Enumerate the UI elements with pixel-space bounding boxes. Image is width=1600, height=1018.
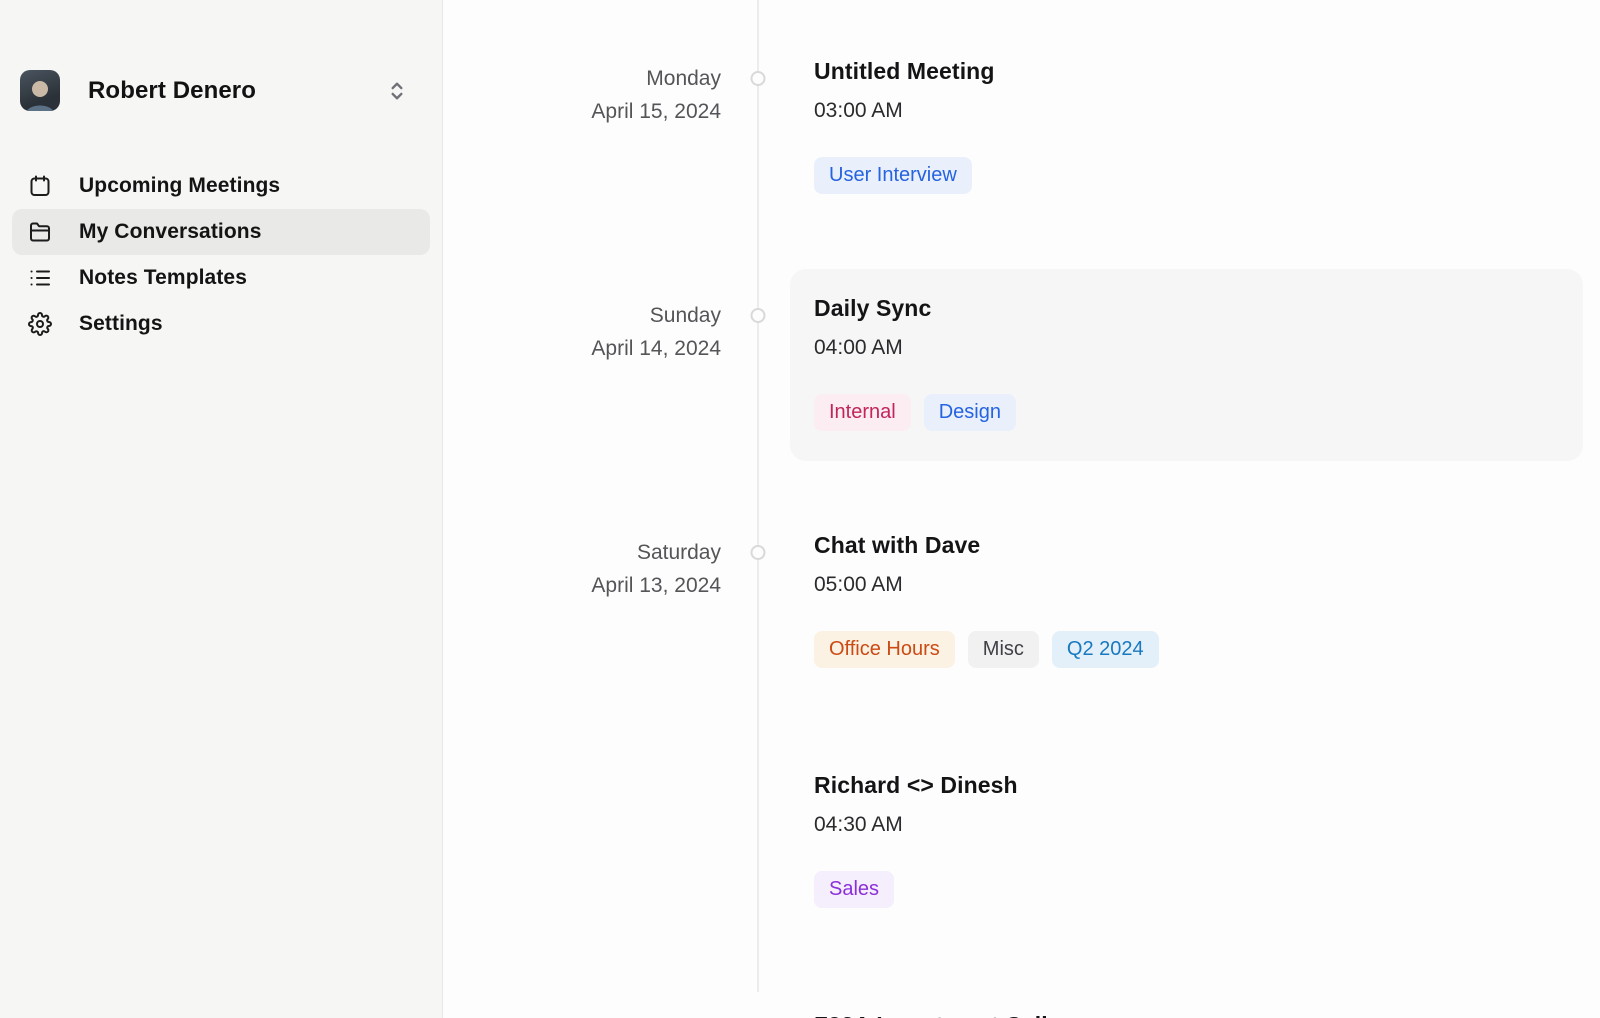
meeting-tag[interactable]: Design [924,394,1016,431]
meeting-title: Chat with Dave [814,528,1559,562]
timeline-date-label: MondayApril 15, 2024 [443,32,757,224]
meeting-tag[interactable]: Internal [814,394,911,431]
meeting-title: Z32A Investment Call [814,1008,1559,1018]
meeting-card[interactable]: Z32A Investment Call [790,986,1583,1018]
meeting-tags: User Interview [814,157,1559,194]
sidebar-nav: Upcoming Meetings My Conversations [12,163,430,347]
timeline-groups: MondayApril 15, 2024 Untitled Meeting 03:0… [443,32,1600,1018]
sidebar: Robert Denero Upcoming Meetings [0,0,443,1018]
app-root: Robert Denero Upcoming Meetings [0,0,1600,1018]
timeline-dot [751,545,766,560]
sidebar-item-settings[interactable]: Settings [12,301,430,347]
sidebar-item-my-conversations[interactable]: My Conversations [12,209,430,255]
timeline-date: April 14, 2024 [443,332,721,365]
folder-icon [28,220,52,244]
meeting-time: 03:00 AM [814,97,1559,125]
meeting-tags: Office Hours Misc Q2 2024 [814,631,1559,668]
meeting-tag[interactable]: Sales [814,871,894,908]
conversations-timeline: MondayApril 15, 2024 Untitled Meeting 03:0… [443,0,1600,1018]
meeting-tag[interactable]: Q2 2024 [1052,631,1159,668]
sidebar-item-label: My Conversations [79,220,261,244]
timeline-day: Sunday [443,299,721,332]
meeting-title: Untitled Meeting [814,54,1559,88]
meeting-tag[interactable]: User Interview [814,157,972,194]
sidebar-item-label: Upcoming Meetings [79,174,280,198]
timeline-day: Monday [443,62,721,95]
user-name: Robert Denero [88,77,256,105]
timeline-date-label: SaturdayApril 13, 2024 [443,506,757,1018]
meeting-title: Daily Sync [814,291,1559,325]
avatar [20,70,60,111]
avatar-person-icon [20,74,60,111]
meeting-title: Richard <> Dinesh [814,768,1559,802]
chevron-updown-icon [384,78,410,104]
timeline-group: SundayApril 14, 2024 Daily Sync 04:00 AM In… [443,269,1600,461]
timeline-group: MondayApril 15, 2024 Untitled Meeting 03:0… [443,32,1600,224]
timeline-day: Saturday [443,536,721,569]
meeting-list: Daily Sync 04:00 AM Internal Design [790,269,1583,461]
timeline-date-label: SundayApril 14, 2024 [443,269,757,461]
user-menu[interactable]: Robert Denero [12,70,430,111]
meeting-card[interactable]: Chat with Dave 05:00 AM Office Hours Misc Q2… [790,506,1583,698]
meeting-time: 05:00 AM [814,571,1559,599]
gear-icon [28,312,52,336]
timeline-dot [751,71,766,86]
meeting-card[interactable]: Untitled Meeting 03:00 AM User Interview [790,32,1583,224]
meeting-tags: Sales [814,871,1559,908]
meeting-tag[interactable]: Office Hours [814,631,955,668]
meeting-time: 04:00 AM [814,334,1559,362]
meeting-tags: Internal Design [814,394,1559,431]
timeline-date: April 15, 2024 [443,95,721,128]
meeting-card[interactable]: Richard <> Dinesh 04:30 AM Sales [790,746,1583,938]
timeline-dot [751,308,766,323]
meeting-card[interactable]: Daily Sync 04:00 AM Internal Design [790,269,1583,461]
sidebar-item-notes-templates[interactable]: Notes Templates [12,255,430,301]
sidebar-item-label: Settings [79,312,163,336]
meeting-list: Untitled Meeting 03:00 AM User Interview [790,32,1583,224]
meeting-time: 04:30 AM [814,811,1559,839]
sidebar-item-label: Notes Templates [79,266,247,290]
calendar-icon [28,174,52,198]
timeline-date: April 13, 2024 [443,569,721,602]
list-icon [28,266,52,290]
sidebar-item-upcoming-meetings[interactable]: Upcoming Meetings [12,163,430,209]
timeline-group: SaturdayApril 13, 2024 Chat with Dave 05:0… [443,506,1600,1018]
meeting-tag[interactable]: Misc [968,631,1039,668]
meeting-list: Chat with Dave 05:00 AM Office Hours Misc Q2… [790,506,1583,1018]
